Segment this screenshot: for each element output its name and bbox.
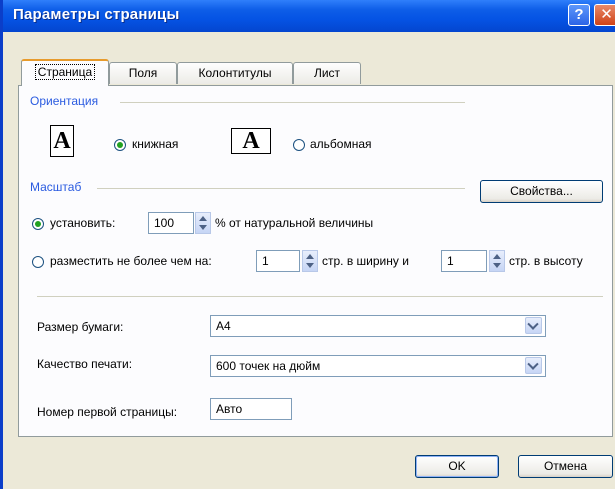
print-quality-value: 600 точек на дюйм xyxy=(216,359,321,373)
spin-down-icon[interactable] xyxy=(493,263,501,268)
landscape-radio[interactable] xyxy=(293,139,305,151)
fit-tall-spinner[interactable] xyxy=(489,250,505,272)
print-quality-label: Качество печати: xyxy=(37,357,133,371)
first-page-label: Номер первой страницы: xyxy=(37,405,178,419)
spin-up-icon[interactable] xyxy=(306,254,314,259)
ok-button[interactable]: OK xyxy=(415,455,499,478)
tab-page-label: Страница xyxy=(34,64,96,80)
portrait-icon: A xyxy=(50,125,74,157)
section-divider xyxy=(37,296,603,297)
scale-percent-spinner[interactable] xyxy=(195,212,211,234)
scale-divider xyxy=(97,188,465,189)
chevron-down-icon[interactable] xyxy=(525,357,542,374)
scale-percent-input[interactable]: 100 xyxy=(148,212,194,234)
portrait-label[interactable]: книжная xyxy=(132,137,178,151)
chevron-down-icon[interactable] xyxy=(525,317,542,334)
fit-wide-spinner[interactable] xyxy=(302,250,318,272)
spin-up-icon[interactable] xyxy=(493,254,501,259)
orientation-divider xyxy=(120,102,465,103)
scale-set-radio[interactable] xyxy=(32,218,44,230)
paper-size-label: Размер бумаги: xyxy=(37,320,124,334)
landscape-label[interactable]: альбомная xyxy=(310,137,372,151)
spin-down-icon[interactable] xyxy=(306,263,314,268)
scale-set-label[interactable]: установить: xyxy=(50,216,115,230)
scale-fit-radio[interactable] xyxy=(32,256,44,268)
paper-size-select[interactable]: A4 xyxy=(210,315,546,337)
tab-margins[interactable]: Поля xyxy=(109,62,177,84)
fit-wide-suffix: стр. в ширину и xyxy=(322,254,409,268)
tab-sheet[interactable]: Лист xyxy=(293,62,361,84)
paper-size-value: A4 xyxy=(216,319,231,333)
properties-button[interactable]: Свойства... xyxy=(480,180,603,203)
fit-tall-suffix: стр. в высоту xyxy=(509,254,583,268)
first-page-input[interactable]: Авто xyxy=(210,398,292,420)
scale-fit-label[interactable]: разместить не более чем на: xyxy=(50,254,212,268)
close-icon[interactable]: ✕ xyxy=(594,4,615,26)
tab-headers-footers[interactable]: Колонтитулы xyxy=(177,62,293,84)
orientation-group-label: Ориентация xyxy=(30,94,99,108)
spin-up-icon[interactable] xyxy=(199,216,207,221)
print-quality-select[interactable]: 600 точек на дюйм xyxy=(210,355,546,377)
spin-down-icon[interactable] xyxy=(199,225,207,230)
help-icon[interactable]: ? xyxy=(568,4,590,26)
landscape-icon: A xyxy=(231,128,271,154)
scale-group-label: Масштаб xyxy=(30,180,82,194)
page-setup-dialog: Параметры страницы ? ✕ Страница Поля Кол… xyxy=(0,0,615,489)
title-bar[interactable]: Параметры страницы ? ✕ xyxy=(3,0,615,32)
tab-page[interactable]: Страница xyxy=(21,59,109,86)
fit-wide-input[interactable]: 1 xyxy=(256,250,300,272)
window-title: Параметры страницы xyxy=(13,6,180,23)
scale-set-suffix: % от натуральной величины xyxy=(215,216,374,230)
cancel-button[interactable]: Отмена xyxy=(518,455,613,478)
portrait-radio[interactable] xyxy=(114,139,126,151)
fit-tall-input[interactable]: 1 xyxy=(441,250,487,272)
